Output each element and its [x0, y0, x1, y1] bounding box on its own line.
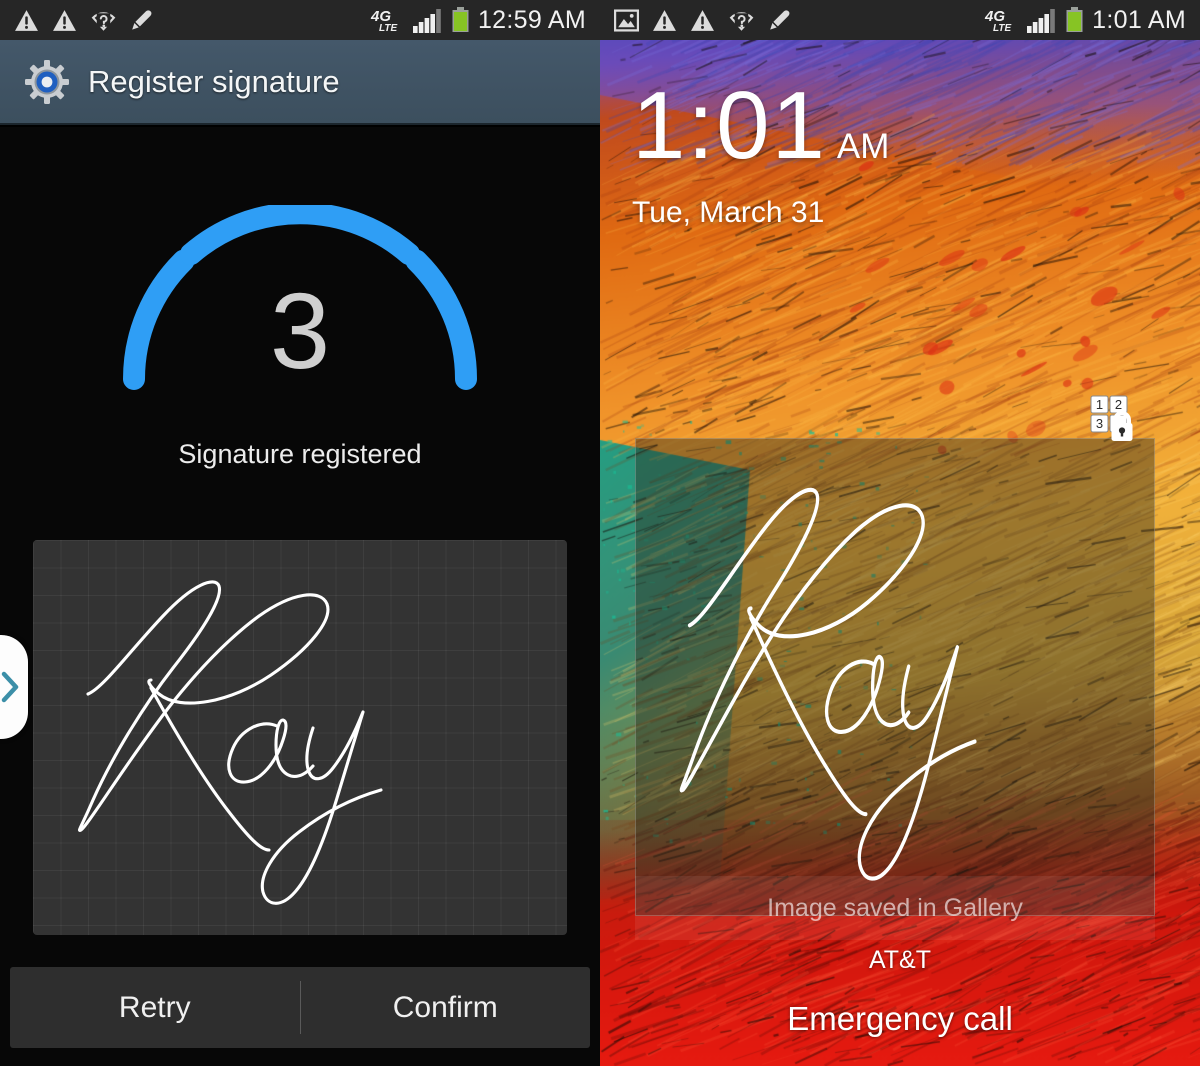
left-status-icons: [0, 9, 154, 32]
lockscreen-time: 1:01: [632, 72, 827, 179]
screenshot-root: 4G LTE 12:59 AM Register signature 3 Sig…: [0, 0, 1200, 1066]
stylus-pen-icon: [130, 9, 154, 32]
left-status-indicators: 4G LTE 12:59 AM: [370, 6, 600, 35]
svg-text:1: 1: [1096, 397, 1103, 412]
emergency-call-button[interactable]: Emergency call: [600, 1000, 1200, 1038]
side-panel-tab[interactable]: [0, 635, 28, 739]
svg-text:LTE: LTE: [379, 23, 397, 33]
network-4glte-icon: 4G LTE: [370, 7, 404, 34]
left-status-bar: 4G LTE 12:59 AM: [0, 0, 600, 40]
svg-text:3: 3: [1096, 416, 1103, 431]
right-status-icons: [600, 8, 792, 32]
signature-canvas[interactable]: [33, 540, 567, 935]
settings-gear-icon: [24, 59, 70, 105]
registration-count: 3: [269, 270, 331, 391]
retry-button[interactable]: Retry: [10, 967, 300, 1048]
wifi-question-icon: [90, 9, 117, 32]
lockscreen-clock-widget: 1:01 AM Tue, March 31: [632, 78, 889, 230]
stylus-pen-icon: [768, 9, 792, 32]
confirm-button[interactable]: Confirm: [301, 967, 591, 1048]
left-status-clock: 12:59 AM: [477, 5, 586, 34]
toast-message: Image saved in Gallery: [635, 876, 1155, 940]
right-status-clock: 1:01 AM: [1092, 5, 1186, 34]
app-bar: Register signature: [0, 40, 600, 125]
pin-lock-icon[interactable]: 1 2 3: [1090, 395, 1138, 448]
page-title: Register signature: [88, 63, 340, 99]
lockscreen-date: Tue, March 31: [632, 196, 825, 229]
wifi-question-icon: [728, 9, 755, 32]
right-status-bar: 4G LTE 1:01 AM: [600, 0, 1200, 40]
warning-triangle-icon: [690, 9, 715, 32]
signal-bars-icon: [412, 8, 443, 33]
warning-triangle-icon: [52, 9, 77, 32]
register-signature-body: 3 Signature registered Retry Confirm: [0, 127, 600, 1066]
right-status-indicators: 4G LTE 1:01 AM: [984, 6, 1200, 35]
svg-text:2: 2: [1115, 397, 1122, 412]
action-button-bar: Retry Confirm: [10, 967, 590, 1048]
gallery-image-icon: [613, 8, 640, 32]
status-message: Signature registered: [178, 439, 422, 469]
warning-triangle-icon: [14, 9, 39, 32]
network-4glte-icon: 4G LTE: [984, 7, 1018, 34]
battery-full-icon: [1066, 7, 1083, 33]
chevron-right-icon: [0, 671, 20, 703]
saved-signature-overlay: [635, 438, 1155, 916]
battery-full-icon: [452, 7, 469, 33]
progress-gauge: 3: [120, 205, 480, 390]
warning-triangle-icon: [652, 9, 677, 32]
signal-bars-icon: [1027, 8, 1057, 33]
lockscreen-ampm: AM: [836, 127, 890, 166]
left-phone-panel: 4G LTE 12:59 AM Register signature 3 Sig…: [0, 0, 600, 1066]
carrier-label: AT&T: [868, 946, 932, 974]
svg-text:LTE: LTE: [993, 23, 1011, 33]
right-phone-panel: 4G LTE 1:01 AM 1:01 AM Tue, March 31 1 2…: [600, 0, 1200, 1066]
